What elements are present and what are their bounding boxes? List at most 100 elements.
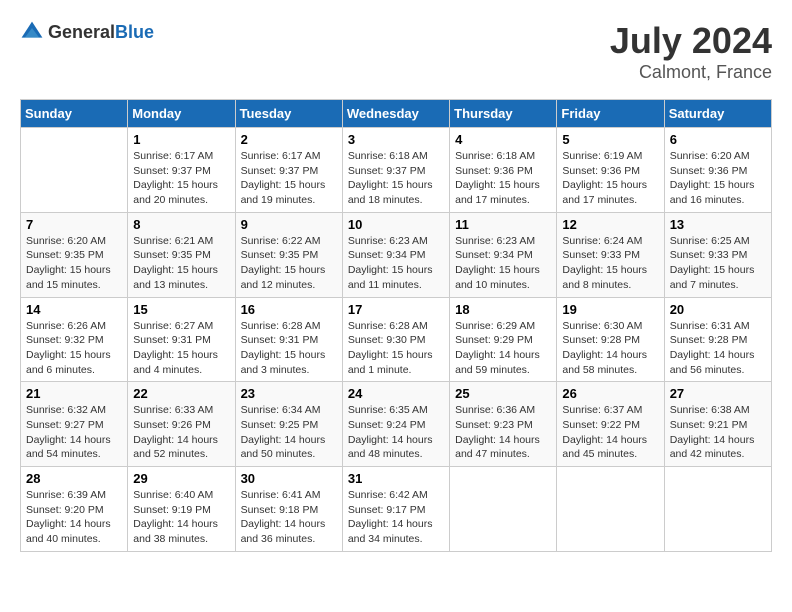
location: Calmont, France — [610, 62, 772, 83]
weekday-header: Wednesday — [342, 100, 449, 128]
weekday-header: Thursday — [450, 100, 557, 128]
logo-text: GeneralBlue — [48, 22, 154, 43]
day-number: 8 — [133, 217, 229, 232]
calendar-cell: 9 Sunrise: 6:22 AM Sunset: 9:35 PM Daylig… — [235, 212, 342, 297]
logo-general: General — [48, 22, 115, 42]
day-number: 20 — [670, 302, 766, 317]
calendar-cell: 29 Sunrise: 6:40 AM Sunset: 9:19 PM Dayli… — [128, 467, 235, 552]
day-number: 3 — [348, 132, 444, 147]
day-info: Sunrise: 6:25 AM Sunset: 9:33 PM Dayligh… — [670, 234, 766, 293]
day-number: 28 — [26, 471, 122, 486]
day-info: Sunrise: 6:18 AM Sunset: 9:36 PM Dayligh… — [455, 149, 551, 208]
day-number: 30 — [241, 471, 337, 486]
calendar-cell: 14Sunrise: 6:26 AM Sunset: 9:32 PM Dayli… — [21, 297, 128, 382]
calendar-cell: 3 Sunrise: 6:18 AM Sunset: 9:37 PM Daylig… — [342, 128, 449, 213]
calendar-cell: 12Sunrise: 6:24 AM Sunset: 9:33 PM Dayli… — [557, 212, 664, 297]
day-number: 31 — [348, 471, 444, 486]
calendar-cell: 19Sunrise: 6:30 AM Sunset: 9:28 PM Dayli… — [557, 297, 664, 382]
day-number: 4 — [455, 132, 551, 147]
day-info: Sunrise: 6:24 AM Sunset: 9:33 PM Dayligh… — [562, 234, 658, 293]
calendar-cell: 7 Sunrise: 6:20 AM Sunset: 9:35 PM Daylig… — [21, 212, 128, 297]
day-info: Sunrise: 6:39 AM Sunset: 9:20 PM Dayligh… — [26, 488, 122, 547]
day-number: 26 — [562, 386, 658, 401]
day-number: 2 — [241, 132, 337, 147]
day-info: Sunrise: 6:18 AM Sunset: 9:37 PM Dayligh… — [348, 149, 444, 208]
logo-icon — [20, 20, 44, 44]
calendar-cell: 15 Sunrise: 6:27 AM Sunset: 9:31 PM Dayli… — [128, 297, 235, 382]
day-info: Sunrise: 6:38 AM Sunset: 9:21 PM Dayligh… — [670, 403, 766, 462]
day-info: Sunrise: 6:22 AM Sunset: 9:35 PM Dayligh… — [241, 234, 337, 293]
day-number: 27 — [670, 386, 766, 401]
calendar-week-row: 7 Sunrise: 6:20 AM Sunset: 9:35 PM Daylig… — [21, 212, 772, 297]
title-block: July 2024 Calmont, France — [610, 20, 772, 83]
day-info: Sunrise: 6:33 AM Sunset: 9:26 PM Dayligh… — [133, 403, 229, 462]
weekday-header: Tuesday — [235, 100, 342, 128]
calendar-cell: 23 Sunrise: 6:34 AM Sunset: 9:25 PM Dayli… — [235, 382, 342, 467]
day-info: Sunrise: 6:23 AM Sunset: 9:34 PM Dayligh… — [455, 234, 551, 293]
calendar-week-row: 1Sunrise: 6:17 AM Sunset: 9:37 PM Daylig… — [21, 128, 772, 213]
calendar-cell: 11Sunrise: 6:23 AM Sunset: 9:34 PM Dayli… — [450, 212, 557, 297]
day-number: 17 — [348, 302, 444, 317]
day-info: Sunrise: 6:23 AM Sunset: 9:34 PM Dayligh… — [348, 234, 444, 293]
calendar-cell: 20Sunrise: 6:31 AM Sunset: 9:28 PM Dayli… — [664, 297, 771, 382]
calendar-week-row: 28 Sunrise: 6:39 AM Sunset: 9:20 PM Dayli… — [21, 467, 772, 552]
calendar-week-row: 14Sunrise: 6:26 AM Sunset: 9:32 PM Dayli… — [21, 297, 772, 382]
month-year: July 2024 — [610, 20, 772, 62]
calendar-cell — [557, 467, 664, 552]
logo-blue: Blue — [115, 22, 154, 42]
day-info: Sunrise: 6:37 AM Sunset: 9:22 PM Dayligh… — [562, 403, 658, 462]
calendar-cell: 5Sunrise: 6:19 AM Sunset: 9:36 PM Daylig… — [557, 128, 664, 213]
calendar-cell — [664, 467, 771, 552]
day-info: Sunrise: 6:21 AM Sunset: 9:35 PM Dayligh… — [133, 234, 229, 293]
day-number: 7 — [26, 217, 122, 232]
day-number: 14 — [26, 302, 122, 317]
day-info: Sunrise: 6:20 AM Sunset: 9:36 PM Dayligh… — [670, 149, 766, 208]
day-number: 23 — [241, 386, 337, 401]
calendar-cell: 6Sunrise: 6:20 AM Sunset: 9:36 PM Daylig… — [664, 128, 771, 213]
calendar-cell: 16 Sunrise: 6:28 AM Sunset: 9:31 PM Dayli… — [235, 297, 342, 382]
day-info: Sunrise: 6:30 AM Sunset: 9:28 PM Dayligh… — [562, 319, 658, 378]
day-number: 16 — [241, 302, 337, 317]
day-number: 13 — [670, 217, 766, 232]
day-number: 29 — [133, 471, 229, 486]
day-info: Sunrise: 6:20 AM Sunset: 9:35 PM Dayligh… — [26, 234, 122, 293]
day-number: 9 — [241, 217, 337, 232]
calendar-cell: 27 Sunrise: 6:38 AM Sunset: 9:21 PM Dayli… — [664, 382, 771, 467]
day-number: 15 — [133, 302, 229, 317]
day-info: Sunrise: 6:40 AM Sunset: 9:19 PM Dayligh… — [133, 488, 229, 547]
weekday-header: Saturday — [664, 100, 771, 128]
calendar-cell: 26 Sunrise: 6:37 AM Sunset: 9:22 PM Dayli… — [557, 382, 664, 467]
day-number: 10 — [348, 217, 444, 232]
day-info: Sunrise: 6:32 AM Sunset: 9:27 PM Dayligh… — [26, 403, 122, 462]
calendar-cell: 13 Sunrise: 6:25 AM Sunset: 9:33 PM Dayli… — [664, 212, 771, 297]
calendar-table: SundayMondayTuesdayWednesdayThursdayFrid… — [20, 99, 772, 552]
day-info: Sunrise: 6:28 AM Sunset: 9:31 PM Dayligh… — [241, 319, 337, 378]
day-info: Sunrise: 6:42 AM Sunset: 9:17 PM Dayligh… — [348, 488, 444, 547]
day-info: Sunrise: 6:19 AM Sunset: 9:36 PM Dayligh… — [562, 149, 658, 208]
weekday-header: Monday — [128, 100, 235, 128]
calendar-cell: 2Sunrise: 6:17 AM Sunset: 9:37 PM Daylig… — [235, 128, 342, 213]
calendar-cell: 17Sunrise: 6:28 AM Sunset: 9:30 PM Dayli… — [342, 297, 449, 382]
calendar-cell: 24 Sunrise: 6:35 AM Sunset: 9:24 PM Dayli… — [342, 382, 449, 467]
calendar-cell: 25Sunrise: 6:36 AM Sunset: 9:23 PM Dayli… — [450, 382, 557, 467]
weekday-header: Sunday — [21, 100, 128, 128]
calendar-header-row: SundayMondayTuesdayWednesdayThursdayFrid… — [21, 100, 772, 128]
calendar-cell: 18Sunrise: 6:29 AM Sunset: 9:29 PM Dayli… — [450, 297, 557, 382]
calendar-week-row: 21 Sunrise: 6:32 AM Sunset: 9:27 PM Dayli… — [21, 382, 772, 467]
day-number: 18 — [455, 302, 551, 317]
day-number: 22 — [133, 386, 229, 401]
day-number: 1 — [133, 132, 229, 147]
calendar-cell — [450, 467, 557, 552]
calendar-cell: 8 Sunrise: 6:21 AM Sunset: 9:35 PM Daylig… — [128, 212, 235, 297]
day-number: 24 — [348, 386, 444, 401]
day-info: Sunrise: 6:34 AM Sunset: 9:25 PM Dayligh… — [241, 403, 337, 462]
day-info: Sunrise: 6:35 AM Sunset: 9:24 PM Dayligh… — [348, 403, 444, 462]
calendar-cell: 31 Sunrise: 6:42 AM Sunset: 9:17 PM Dayli… — [342, 467, 449, 552]
calendar-cell — [21, 128, 128, 213]
day-number: 21 — [26, 386, 122, 401]
page-header: GeneralBlue July 2024 Calmont, France — [20, 20, 772, 83]
day-info: Sunrise: 6:27 AM Sunset: 9:31 PM Dayligh… — [133, 319, 229, 378]
calendar-cell: 21 Sunrise: 6:32 AM Sunset: 9:27 PM Dayli… — [21, 382, 128, 467]
day-info: Sunrise: 6:41 AM Sunset: 9:18 PM Dayligh… — [241, 488, 337, 547]
calendar-cell: 10 Sunrise: 6:23 AM Sunset: 9:34 PM Dayli… — [342, 212, 449, 297]
